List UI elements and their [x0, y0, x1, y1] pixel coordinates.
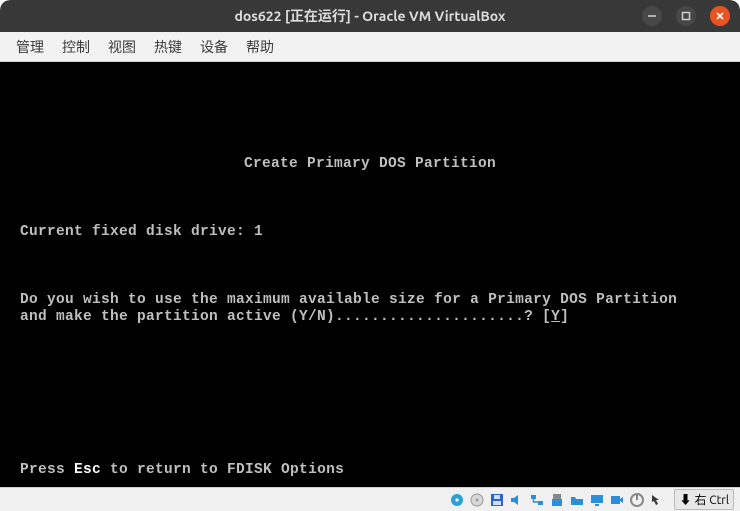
prompt-input-value[interactable]: Y [551, 309, 560, 325]
menu-manage[interactable]: 管理 [8, 33, 52, 61]
fdisk-heading: Create Primary DOS Partition [20, 156, 720, 173]
shared-folder-icon[interactable] [568, 491, 586, 509]
menu-devices[interactable]: 设备 [192, 33, 236, 61]
maximize-button[interactable] [676, 6, 696, 26]
footer-key: Esc [74, 462, 101, 478]
guest-screen[interactable]: Create Primary DOS Partition Current fix… [0, 62, 740, 487]
prompt-line1: Do you wish to use the maximum available… [20, 292, 677, 308]
host-key-indicator[interactable]: ⬇ 右 Ctrl [674, 489, 734, 510]
optical-drive-icon[interactable] [468, 491, 486, 509]
window-controls [642, 6, 730, 26]
close-button[interactable] [710, 6, 730, 26]
fdisk-prompt: Do you wish to use the maximum available… [20, 292, 720, 326]
statusbar: ⬇ 右 Ctrl [0, 487, 740, 511]
titlebar[interactable]: dos622 [正在运行] - Oracle VM VirtualBox [0, 0, 740, 32]
hard-disk-icon[interactable] [448, 491, 466, 509]
display-icon[interactable] [588, 491, 606, 509]
audio-icon[interactable] [508, 491, 526, 509]
footer-pre: Press [20, 462, 74, 478]
current-drive-line: Current fixed disk drive: 1 [20, 224, 720, 241]
mouse-capture-icon[interactable] [648, 491, 666, 509]
floppy-icon[interactable] [488, 491, 506, 509]
host-key-label: 右 Ctrl [694, 491, 729, 508]
recording-icon[interactable] [608, 491, 626, 509]
minimize-button[interactable] [642, 6, 662, 26]
cpu-icon[interactable] [628, 491, 646, 509]
virtualbox-window: dos622 [正在运行] - Oracle VM VirtualBox 管理 … [0, 0, 740, 511]
drive-number: 1 [254, 224, 263, 240]
menu-hotkeys[interactable]: 热键 [146, 33, 190, 61]
window-title: dos622 [正在运行] - Oracle VM VirtualBox [0, 6, 740, 26]
footer-post: to return to FDISK Options [101, 462, 344, 478]
host-key-arrow-icon: ⬇ [679, 491, 691, 508]
menu-control[interactable]: 控制 [54, 33, 98, 61]
usb-icon[interactable] [548, 491, 566, 509]
prompt-line2-pre: and make the partition active (Y/N).....… [20, 309, 551, 325]
menubar: 管理 控制 视图 热键 设备 帮助 [0, 32, 740, 62]
status-icons [448, 491, 666, 509]
menu-help[interactable]: 帮助 [238, 33, 282, 61]
fdisk-footer: Press Esc to return to FDISK Options [20, 462, 344, 479]
network-icon[interactable] [528, 491, 546, 509]
prompt-line2-post: ] [560, 309, 569, 325]
drive-label: Current fixed disk drive: [20, 224, 254, 240]
menu-view[interactable]: 视图 [100, 33, 144, 61]
